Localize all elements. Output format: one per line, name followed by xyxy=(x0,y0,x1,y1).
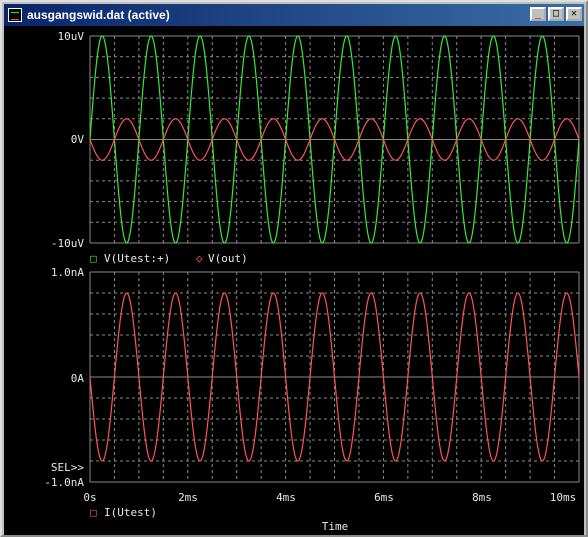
legend-label-vout[interactable]: V(out) xyxy=(208,252,248,265)
maximize-button[interactable]: □ xyxy=(548,7,564,21)
probe-window: ausgangswid.dat (active) _ □ ✕ 10uV 0V -… xyxy=(0,0,588,537)
x-tick-label: 10ms xyxy=(550,491,577,504)
window-title: ausgangswid.dat (active) xyxy=(27,8,170,22)
legend-label-i-utest[interactable]: I(Utest) xyxy=(104,506,157,519)
waveform-chart[interactable]: 10uV 0V -10uV □ V(Utest:+) ◇ V(out) 1.0n… xyxy=(4,26,584,535)
x-tick-label: 0s xyxy=(83,491,96,504)
top-y-tick-label: 0V xyxy=(71,133,85,146)
x-tick-label: 4ms xyxy=(276,491,296,504)
probe-app-icon[interactable] xyxy=(8,8,22,22)
bottom-y-tick-label: 0A xyxy=(71,372,85,385)
minimize-button[interactable]: _ xyxy=(530,7,546,21)
sel-marker[interactable]: SEL>> xyxy=(51,461,84,474)
bottom-y-tick-label: -1.0nA xyxy=(44,476,84,489)
legend-marker-green: □ xyxy=(90,252,97,265)
legend-label-utest[interactable]: V(Utest:+) xyxy=(104,252,170,265)
trace-v-out[interactable] xyxy=(89,118,580,161)
x-axis-title: Time xyxy=(322,520,349,533)
bottom-y-tick-label: 1.0nA xyxy=(51,266,84,279)
legend-marker-red: ◇ xyxy=(196,252,203,265)
traces xyxy=(89,35,580,462)
x-tick-label: 6ms xyxy=(374,491,394,504)
legend-marker-red: □ xyxy=(90,506,97,519)
x-tick-label: 2ms xyxy=(178,491,198,504)
x-tick-label: 8ms xyxy=(472,491,492,504)
top-y-tick-label: -10uV xyxy=(51,237,84,250)
title-bar[interactable]: ausgangswid.dat (active) _ □ ✕ xyxy=(4,4,584,26)
close-button[interactable]: ✕ xyxy=(566,7,582,21)
plot-area[interactable]: 10uV 0V -10uV □ V(Utest:+) ◇ V(out) 1.0n… xyxy=(4,26,584,535)
top-y-tick-label: 10uV xyxy=(58,30,85,43)
